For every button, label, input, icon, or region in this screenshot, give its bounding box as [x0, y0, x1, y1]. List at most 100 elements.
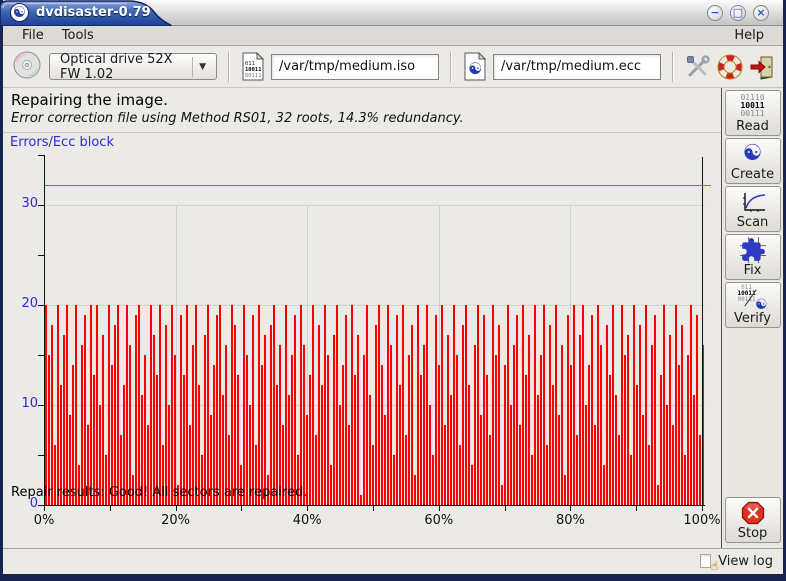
error-bar: [357, 335, 359, 505]
error-bar: [450, 395, 452, 505]
error-bar: [579, 335, 581, 505]
error-bar: [387, 305, 389, 505]
stop-button[interactable]: Stop: [725, 497, 781, 543]
error-bar: [453, 305, 455, 505]
error-bar: [48, 355, 50, 505]
error-bar: [102, 335, 104, 505]
x-tick: [241, 506, 242, 511]
error-bar: [477, 305, 479, 505]
error-bar: [618, 435, 620, 505]
x-tick: [570, 506, 571, 511]
x-tick: [176, 506, 177, 511]
error-bar: [642, 415, 644, 505]
error-bar: [465, 305, 467, 505]
error-bar: [546, 445, 548, 505]
error-bar: [315, 435, 317, 505]
error-bar: [420, 375, 422, 505]
toolbar-separator: [450, 52, 452, 82]
error-bar: [663, 305, 665, 505]
maximize-button[interactable]: □: [730, 5, 746, 21]
y-tick-label: 20: [8, 296, 38, 311]
error-bar: [405, 435, 407, 505]
error-bar: [246, 355, 248, 505]
error-bar: [213, 365, 215, 505]
x-tick-label: 80%: [544, 513, 596, 528]
x-tick: [702, 506, 703, 511]
error-bar: [285, 305, 287, 505]
error-bar: [597, 305, 599, 505]
error-bar: [636, 385, 638, 505]
view-log-button[interactable]: ☝ View log: [700, 554, 773, 570]
x-tick-label: 40%: [281, 513, 333, 528]
cd-drive-icon: [11, 49, 43, 85]
error-bar: [480, 415, 482, 505]
menu-file[interactable]: File: [13, 27, 53, 44]
y-tick-label: 10: [8, 396, 38, 411]
ecc-file-icon: ☯: [463, 52, 487, 81]
log-document-hand-icon: ☝: [700, 554, 716, 570]
error-bar: [600, 345, 602, 505]
chart-title: Errors/Ecc block: [10, 135, 114, 150]
error-bar: [165, 325, 167, 505]
error-bar: [690, 305, 692, 505]
fix-button[interactable]: Fix: [725, 234, 781, 280]
error-bar: [441, 305, 443, 505]
error-bar: [591, 315, 593, 505]
image-file-input[interactable]: [271, 54, 439, 80]
scan-button-label: Scan: [737, 215, 769, 230]
close-button[interactable]: ×: [753, 5, 769, 21]
error-bar: [657, 485, 659, 505]
error-bar: [576, 435, 578, 505]
error-bar: [513, 345, 515, 505]
y-tick-minor: [38, 255, 44, 256]
minimize-button[interactable]: −: [707, 5, 723, 21]
quit-button[interactable]: [749, 53, 775, 81]
error-bar: [96, 305, 98, 505]
error-bar: [519, 425, 521, 505]
ecc-file-input[interactable]: [493, 54, 661, 80]
error-bar: [72, 365, 74, 505]
verify-button[interactable]: 0111001100111 ☯ Verify: [725, 282, 781, 328]
error-bar: [504, 365, 506, 505]
error-bar: [543, 305, 545, 505]
menu-tools[interactable]: Tools: [53, 27, 103, 44]
error-bar: [129, 345, 131, 505]
error-bar: [75, 305, 77, 505]
preferences-tools-button[interactable]: [685, 53, 711, 81]
error-bar: [630, 455, 632, 505]
error-bar: [429, 405, 431, 505]
error-bar: [360, 495, 362, 505]
error-bar: [669, 335, 671, 505]
error-bar: [486, 375, 488, 505]
error-bar: [672, 425, 674, 505]
error-bar: [573, 305, 575, 505]
read-button[interactable]: 011101001100111 Read: [725, 90, 781, 136]
error-bar: [426, 305, 428, 505]
error-bar: [144, 355, 146, 505]
menu-help[interactable]: Help: [725, 27, 773, 44]
error-bar: [348, 425, 350, 505]
error-bar: [606, 325, 608, 505]
error-bar: [171, 305, 173, 505]
create-button[interactable]: ☯ Create: [725, 138, 781, 184]
scan-button[interactable]: Scan: [725, 186, 781, 232]
drive-selector[interactable]: Optical drive 52X FW 1.02 ▼: [49, 53, 217, 80]
error-bar: [675, 305, 677, 505]
error-bar: [408, 355, 410, 505]
error-bar: [462, 325, 464, 505]
x-tick-label: 20%: [150, 513, 202, 528]
chevron-down-icon: ▼: [192, 57, 212, 77]
x-tick: [307, 506, 308, 511]
error-bar: [330, 465, 332, 505]
y-tick-label: 30: [8, 196, 38, 211]
help-lifebuoy-button[interactable]: [717, 53, 743, 81]
error-bar: [303, 345, 305, 505]
create-button-label: Create: [731, 167, 774, 182]
puzzle-fix-icon: [740, 237, 766, 263]
error-bar: [363, 355, 365, 505]
error-bar: [117, 305, 119, 505]
error-bar: [258, 305, 260, 505]
title-tab[interactable]: ☯ dvdisaster-0.79: [0, 0, 172, 26]
error-bar: [309, 375, 311, 505]
error-bar: [57, 305, 59, 505]
